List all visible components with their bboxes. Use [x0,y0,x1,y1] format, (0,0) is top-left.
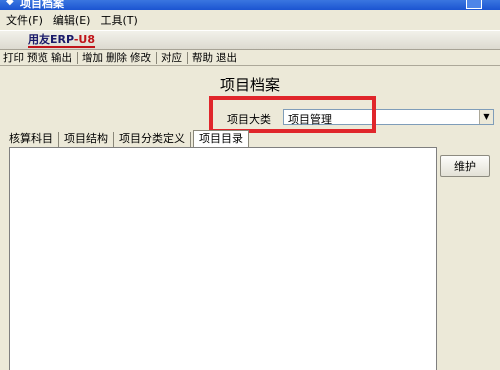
window-title: 项目档案 [20,0,64,10]
window-control-button[interactable] [466,0,482,9]
tab-content-area[interactable] [9,147,437,370]
delete-button[interactable]: 删除 [106,50,127,65]
toolbar-separator [77,51,78,64]
header-panel: 项目档案 项目大类 项目管理 ▼ [0,67,500,129]
chevron-down-icon[interactable]: ▼ [479,110,493,124]
side-panel [437,147,500,370]
tab-category-definition[interactable]: 项目分类定义 [114,132,191,147]
preview-button[interactable]: 预览 [27,50,48,65]
tab-project-catalog[interactable]: 项目目录 [193,130,249,147]
brand-suffix-text: -U8 [73,33,96,46]
add-button[interactable]: 增加 [82,50,103,65]
tab-project-structure[interactable]: 项目结构 [59,132,114,147]
exit-button[interactable]: 退出 [216,50,237,65]
menu-tools[interactable]: 工具(T) [100,12,137,28]
tab-strip: 核算科目 项目结构 项目分类定义 项目目录 [4,130,249,147]
modify-button[interactable]: 修改 [130,50,151,65]
maintain-button[interactable]: 维护 [440,155,490,177]
tab-accounting-subject[interactable]: 核算科目 [4,132,59,147]
mapping-button[interactable]: 对应 [161,50,182,65]
print-button[interactable]: 打印 [3,50,24,65]
export-button[interactable]: 输出 [51,50,72,65]
brand-logo: 用友ERP-U8 [28,33,96,48]
category-select[interactable]: 项目管理 ▼ [283,109,494,126]
toolbar: 打印 预览 输出 增加 删除 修改 对应 帮助 退出 [0,50,500,66]
toolbar-separator [156,51,157,64]
brand-bar: 用友ERP-U8 [0,30,500,50]
category-label: 项目大类 [227,113,271,126]
app-icon: ◆ [6,0,14,7]
menu-bar: 文件(F) 编辑(E) 工具(T) [0,10,500,30]
title-bar: ◆ 项目档案 [0,0,500,10]
page-title: 项目档案 [219,76,280,94]
toolbar-separator [187,51,188,64]
menu-file[interactable]: 文件(F) [6,12,43,28]
brand-main-text: 用友ERP [28,33,74,46]
menu-edit[interactable]: 编辑(E) [53,12,91,28]
help-button[interactable]: 帮助 [192,50,213,65]
category-select-value: 项目管理 [288,113,332,126]
